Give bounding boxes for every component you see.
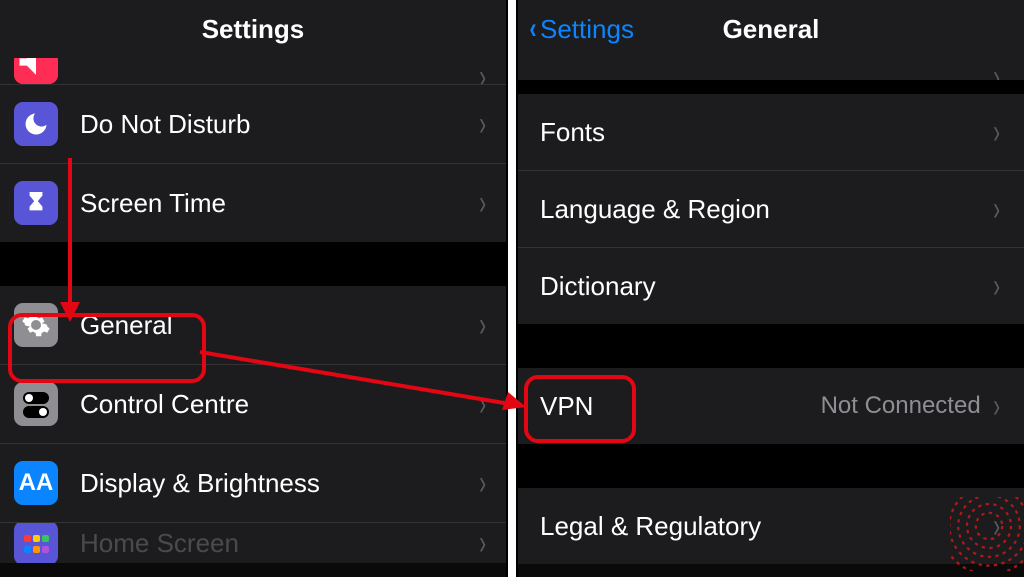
general-title: General	[723, 14, 820, 45]
row-partial-top[interactable]: ›	[518, 58, 1024, 80]
gear-icon	[14, 303, 58, 347]
fonts-label: Fonts	[540, 117, 991, 148]
row-vpn[interactable]: VPN Not Connected ›	[518, 368, 1024, 444]
screen-divider	[508, 0, 516, 577]
settings-title: Settings	[202, 14, 305, 45]
settings-screen: Settings Sounds › Do Not Disturb › Scree…	[0, 0, 506, 577]
chevron-right-icon: ›	[479, 306, 486, 345]
row-dictionary[interactable]: Dictionary ›	[518, 247, 1024, 324]
dnd-label: Do Not Disturb	[80, 109, 477, 140]
chevron-right-icon: ›	[993, 267, 1000, 306]
screentime-label: Screen Time	[80, 188, 477, 219]
general-header: ‹ Settings General	[518, 0, 1024, 58]
dictionary-label: Dictionary	[540, 271, 991, 302]
row-home-screen[interactable]: Home Screen ›	[0, 522, 506, 563]
back-label: Settings	[540, 14, 634, 45]
row-legal-regulatory[interactable]: Legal & Regulatory ›	[518, 488, 1024, 564]
row-sounds[interactable]: Sounds ›	[0, 58, 506, 84]
row-display-brightness[interactable]: AA Display & Brightness ›	[0, 443, 506, 522]
row-general[interactable]: General ›	[0, 286, 506, 364]
vpn-label: VPN	[540, 391, 821, 422]
display-icon: AA	[14, 461, 58, 505]
chevron-right-icon: ›	[479, 58, 486, 84]
display-label: Display & Brightness	[80, 468, 477, 499]
hourglass-icon	[14, 181, 58, 225]
row-fonts[interactable]: Fonts ›	[518, 94, 1024, 170]
section-gap	[518, 80, 1024, 94]
watermark-icon	[950, 497, 1024, 571]
chevron-left-icon: ‹	[530, 14, 537, 44]
language-label: Language & Region	[540, 194, 991, 225]
grid-icon	[14, 522, 58, 563]
chevron-right-icon: ›	[479, 105, 486, 144]
settings-header: Settings	[0, 0, 506, 58]
chevron-right-icon: ›	[479, 385, 486, 424]
back-button[interactable]: ‹ Settings	[528, 0, 634, 58]
chevron-right-icon: ›	[479, 524, 486, 563]
general-screen: ‹ Settings General › Fonts › Language & …	[518, 0, 1024, 577]
moon-icon	[14, 102, 58, 146]
section-gap	[518, 444, 1024, 488]
chevron-right-icon: ›	[993, 387, 1000, 426]
section-gap	[518, 324, 1024, 368]
section-gap	[0, 242, 506, 286]
home-label: Home Screen	[80, 528, 477, 559]
row-screen-time[interactable]: Screen Time ›	[0, 163, 506, 242]
chevron-right-icon: ›	[479, 464, 486, 503]
chevron-right-icon: ›	[479, 184, 486, 223]
legal-label: Legal & Regulatory	[540, 511, 991, 542]
row-control-centre[interactable]: Control Centre ›	[0, 364, 506, 443]
row-language-region[interactable]: Language & Region ›	[518, 170, 1024, 247]
chevron-right-icon: ›	[993, 190, 1000, 229]
control-label: Control Centre	[80, 389, 477, 420]
toggles-icon	[14, 382, 58, 426]
settings-list: Sounds › Do Not Disturb › Screen Time › …	[0, 58, 506, 563]
general-list: › Fonts › Language & Region › Dictionary…	[518, 58, 1024, 564]
row-do-not-disturb[interactable]: Do Not Disturb ›	[0, 84, 506, 163]
chevron-right-icon: ›	[993, 58, 1000, 80]
general-label: General	[80, 310, 477, 341]
sounds-icon	[14, 58, 58, 84]
chevron-right-icon: ›	[993, 113, 1000, 152]
vpn-status: Not Connected	[821, 392, 981, 420]
